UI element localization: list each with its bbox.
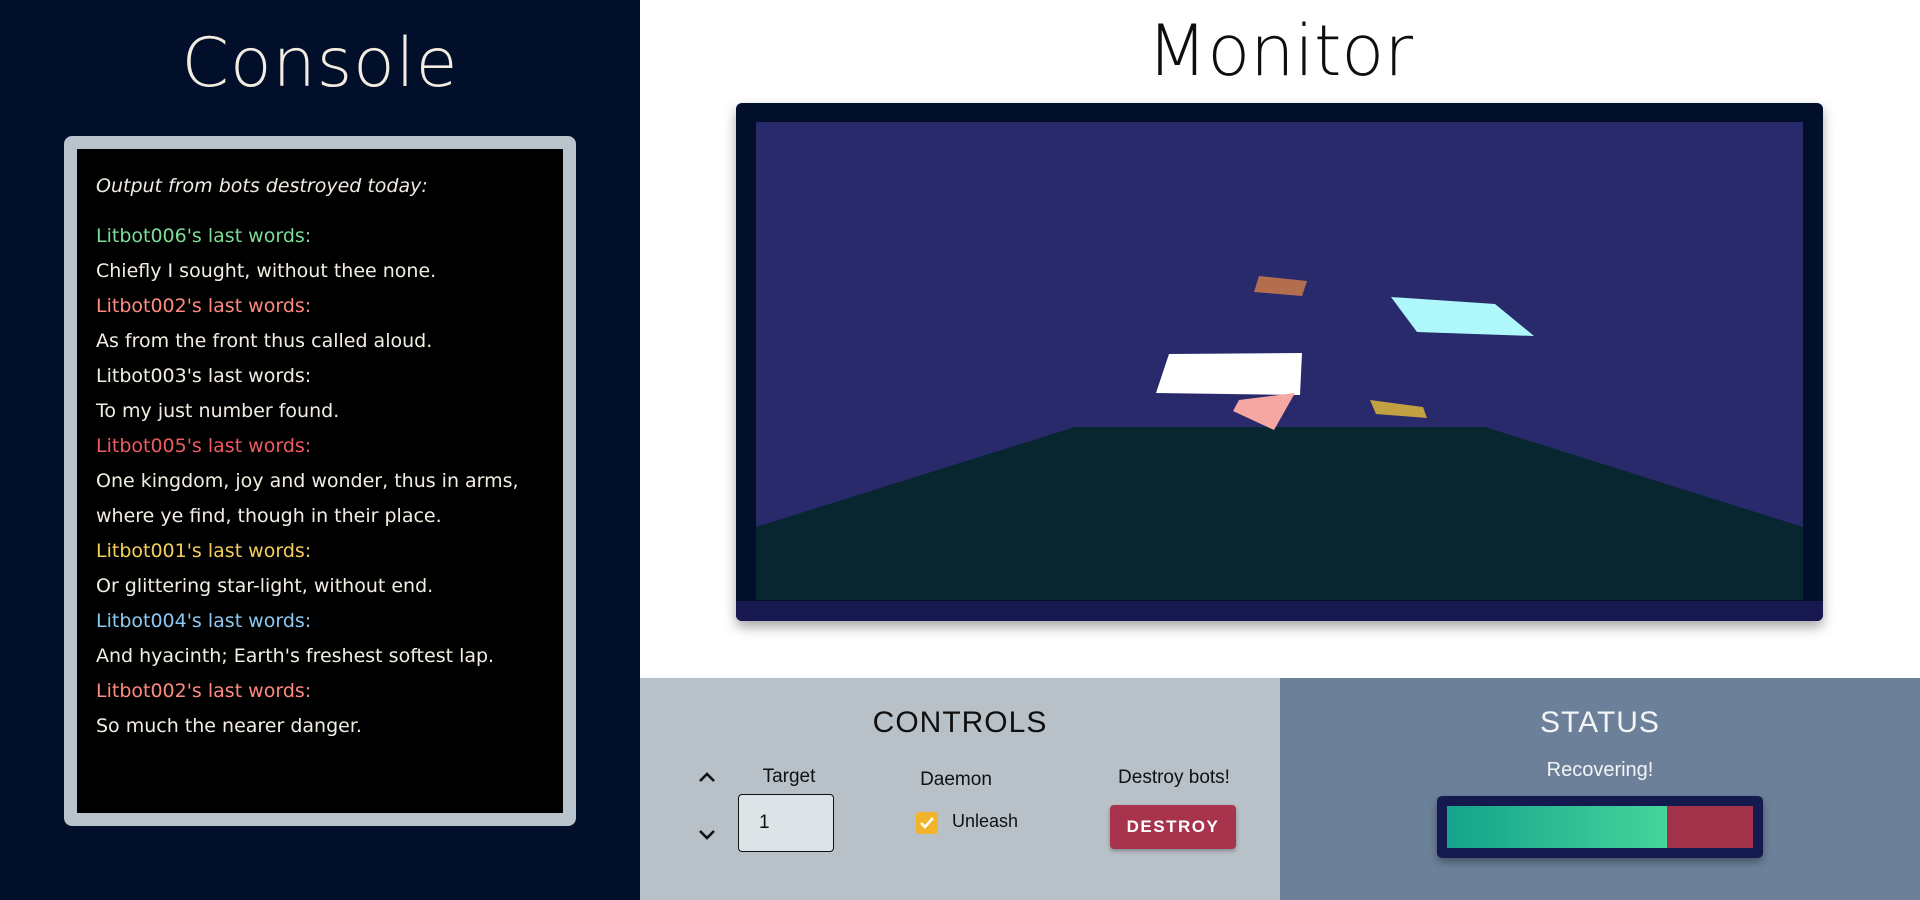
checkmark-icon	[920, 817, 934, 829]
destroy-button[interactable]: DESTROY	[1110, 805, 1236, 849]
unleash-checkbox[interactable]	[916, 812, 938, 834]
console-line: To my just number found.	[96, 400, 340, 422]
controls-panel: CONTROLS Target Daemon Unleash Destroy b…	[640, 678, 1280, 900]
console-line: Chiefly I sought, without thee none.	[96, 260, 437, 282]
status-text: Recovering!	[1546, 759, 1654, 781]
console-line: Or glittering star-light, without end.	[96, 575, 434, 597]
console-panel: Console Output from bots destroyed today…	[0, 0, 640, 900]
health-bar	[1437, 796, 1763, 858]
console-line: Litbot002's last words:	[96, 295, 312, 317]
health-bar-track	[1447, 806, 1753, 848]
console-frame: Output from bots destroyed today: Litbot…	[64, 136, 576, 826]
console-line: Litbot002's last words:	[96, 680, 312, 702]
console-output: Output from bots destroyed today: Litbot…	[77, 149, 563, 813]
console-line: Litbot001's last words:	[96, 540, 312, 562]
target-input[interactable]	[738, 794, 834, 852]
destroy-label: Destroy bots!	[1118, 767, 1230, 788]
daemon-label: Daemon	[920, 769, 992, 790]
console-line: Litbot005's last words:	[96, 435, 312, 457]
console-line: Litbot006's last words:	[96, 225, 312, 247]
monitor-frame	[736, 103, 1823, 621]
controls-title: CONTROLS	[872, 706, 1048, 739]
target-decrement-button[interactable]	[692, 820, 722, 850]
target-label: Target	[762, 766, 816, 787]
console-line: where ye find, though in their place.	[96, 505, 442, 527]
status-panel: STATUS Recovering!	[1280, 678, 1920, 900]
console-line: As from the front thus called aloud.	[96, 330, 433, 352]
monitor-canvas[interactable]	[756, 122, 1803, 600]
monitor-title: Monitor	[1146, 10, 1414, 92]
status-title: STATUS	[1540, 706, 1660, 739]
console-line: So much the nearer danger.	[96, 715, 362, 737]
bot-shape-white	[1156, 353, 1302, 395]
health-bar-fill	[1447, 806, 1668, 848]
console-line: Litbot004's last words:	[96, 610, 312, 632]
target-increment-button[interactable]	[692, 762, 722, 792]
unleash-label: Unleash	[952, 811, 1019, 831]
console-title: Console	[181, 24, 459, 103]
console-line: Litbot003's last words:	[96, 365, 312, 387]
console-line: One kingdom, joy and wonder, thus in arm…	[96, 470, 519, 492]
chevron-down-icon	[699, 830, 715, 840]
chevron-up-icon	[699, 772, 715, 782]
console-line: And hyacinth; Earth's freshest softest l…	[96, 645, 495, 667]
console-intro: Output from bots destroyed today:	[96, 175, 428, 197]
